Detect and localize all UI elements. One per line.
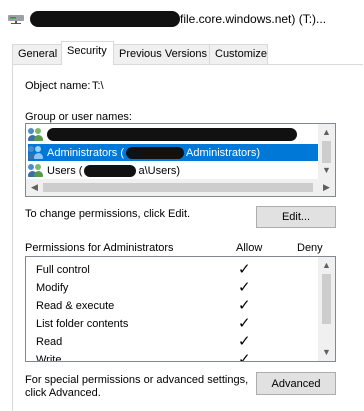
scroll-down-icon[interactable]: ▼ — [318, 344, 335, 361]
permissions-header: Permissions for Administrators — [25, 242, 174, 254]
permission-write: Write — [36, 354, 62, 362]
scroll-left-icon[interactable]: ◀ — [26, 179, 43, 196]
user-group-icon — [28, 127, 44, 142]
tab-previous-versions[interactable]: Previous Versions — [113, 44, 210, 64]
tab-customize[interactable]: Customize — [209, 44, 268, 64]
permission-read: Read — [36, 336, 63, 348]
horizontal-scroll-thumb[interactable] — [43, 183, 313, 192]
tab-general-label: General — [18, 48, 58, 60]
window-title: file.core.windows.net) (T:)... — [180, 12, 327, 26]
scroll-down-icon[interactable]: ▼ — [318, 162, 335, 179]
vertical-scrollbar[interactable]: ▲ ▼ — [318, 124, 335, 179]
list-item[interactable] — [28, 126, 318, 143]
allow-check-icon: ✓ — [238, 351, 251, 362]
vertical-scroll-thumb[interactable] — [322, 141, 331, 163]
allow-header: Allow — [236, 242, 263, 254]
tab-general[interactable]: General — [12, 44, 62, 64]
admin-item-text-after: Administrators) — [186, 146, 260, 159]
permissions-list: Full control Modify Read & execute List … — [25, 256, 336, 362]
allow-check-icon: ✓ — [238, 333, 251, 350]
edit-button[interactable]: Edit... — [256, 206, 336, 228]
deny-header: Deny — [297, 242, 323, 254]
tab-previous-versions-label: Previous Versions — [119, 48, 208, 60]
scroll-up-icon[interactable]: ▲ — [318, 257, 335, 274]
scroll-up-icon[interactable]: ▲ — [318, 124, 335, 141]
advanced-button[interactable]: Advanced — [256, 372, 336, 395]
scroll-right-icon[interactable]: ▶ — [318, 179, 335, 196]
redacted-user-mark — [47, 128, 297, 141]
permissions-scrollbar[interactable]: ▲ ▼ — [318, 257, 335, 361]
object-name-value: T:\ — [92, 80, 104, 92]
redacted-domain-mark — [84, 164, 137, 177]
group-user-list[interactable]: Administrators ( Administrators) Users (… — [25, 123, 336, 197]
horizontal-scrollbar[interactable]: ◀ ▶ — [26, 179, 335, 196]
users-item-text: Users ( — [47, 164, 83, 177]
tab-customize-label: Customize — [215, 48, 267, 60]
permission-modify: Modify — [36, 282, 69, 294]
tab-security-label: Security — [67, 45, 107, 57]
advanced-text-line2: click Advanced. — [25, 387, 101, 399]
change-permissions-text: To change permissions, click Edit. — [25, 208, 191, 220]
permissions-scroll-thumb[interactable] — [322, 274, 331, 324]
permission-list-folder-contents: List folder contents — [36, 318, 129, 330]
user-group-icon — [28, 145, 44, 160]
allow-check-icon: ✓ — [238, 315, 251, 332]
allow-check-icon: ✓ — [238, 297, 251, 314]
user-group-icon — [28, 163, 44, 178]
advanced-text-line1: For special permissions or advanced sett… — [25, 374, 249, 386]
tab-security[interactable]: Security — [61, 41, 114, 65]
list-item-users[interactable]: Users ( a\Users) — [28, 162, 318, 179]
object-name-label: Object name: — [25, 80, 91, 92]
network-drive-icon — [8, 15, 24, 24]
permission-full-control: Full control — [36, 264, 90, 276]
users-item-text-after: a\Users) — [138, 164, 181, 177]
allow-check-icon: ✓ — [238, 279, 251, 296]
redacted-title-mark — [30, 11, 180, 27]
permission-read-execute: Read & execute — [36, 300, 115, 312]
redacted-domain-mark — [126, 146, 185, 159]
admin-item-text: Administrators ( — [47, 146, 125, 159]
allow-check-icon: ✓ — [238, 261, 251, 278]
group-names-label: Group or user names: — [25, 111, 132, 123]
list-item-administrators[interactable]: Administrators ( Administrators) — [28, 144, 328, 161]
